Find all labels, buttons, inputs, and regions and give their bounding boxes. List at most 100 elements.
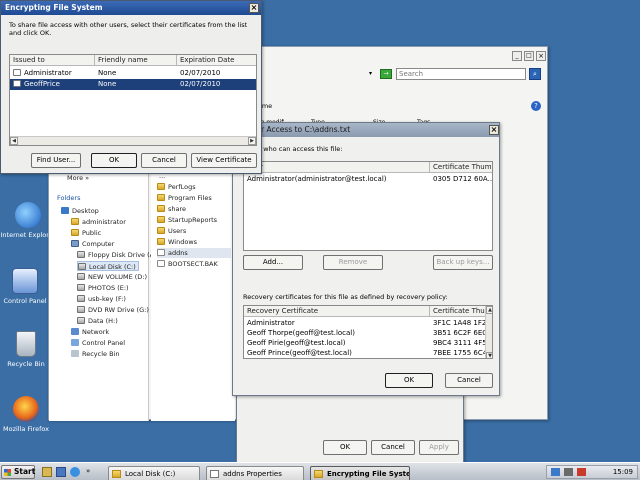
quick-launch-explorer-icon[interactable] [42, 467, 52, 477]
task-local-disk[interactable]: Local Disk (C:) [108, 466, 200, 480]
table-row[interactable]: Administrator(administrator@test.local) … [244, 174, 492, 185]
column-header-recovery-cert[interactable]: Recovery Certificate [244, 306, 430, 317]
tree-item-new-volume-d[interactable]: NEW VOLUME (D:) [77, 272, 147, 282]
efs-ok-button[interactable]: OK [91, 153, 137, 168]
minimize-button[interactable]: _ [512, 51, 522, 61]
file-item-windows[interactable]: Windows [157, 237, 197, 247]
taskbar: Start » Local Disk (C:) addns Properties… [0, 462, 640, 480]
security-tray-icon[interactable] [577, 468, 586, 476]
tree-item-network[interactable]: Network [71, 327, 109, 337]
folder-icon [157, 227, 165, 234]
file-item-addns[interactable]: addns [157, 248, 231, 258]
folders-header[interactable]: Folders [57, 193, 80, 203]
table-row[interactable]: Geoff Prince(geoff@test.local) 7BEE 1755… [244, 348, 492, 358]
task-encrypting-file-system[interactable]: Encrypting File System [310, 466, 410, 480]
folder-icon [71, 229, 79, 236]
quick-launch-overflow-icon[interactable]: » [86, 467, 90, 475]
hard-drive-icon [77, 317, 85, 324]
desktop-icon-recycle-bin[interactable]: Recycle Bin [0, 331, 54, 368]
file-item-startupreports[interactable]: StartupReports [157, 215, 217, 225]
go-button[interactable]: → [380, 69, 392, 79]
backup-keys-button[interactable]: Back up keys... [433, 255, 493, 270]
tree-item-photos-e[interactable]: PHOTOS (E:) [77, 283, 129, 293]
tree-item-floppy[interactable]: Floppy Disk Drive (A:) [77, 250, 159, 260]
desktop-icon-firefox[interactable]: Mozilla Firefox [0, 396, 54, 433]
efs-dialog: Encrypting File System × To share file a… [0, 0, 262, 174]
tree-item-control-panel[interactable]: Control Panel [71, 338, 125, 348]
search-input[interactable] [396, 68, 526, 80]
users-list[interactable]: User Certificate Thumb... Administrator(… [243, 161, 493, 251]
column-header-expiration[interactable]: Expiration Date [177, 55, 256, 66]
recovery-scrollbar[interactable]: ▲ ▼ [485, 306, 492, 358]
column-header-friendly-name[interactable]: Friendly name [95, 55, 177, 66]
column-header-thumbprint[interactable]: Certificate Thumb... [430, 162, 492, 173]
properties-icon [210, 470, 219, 478]
file-item-share[interactable]: share [157, 204, 186, 214]
volume-tray-icon[interactable] [564, 468, 573, 476]
maximize-button[interactable]: □ [524, 51, 534, 61]
start-button[interactable]: Start [1, 465, 35, 479]
user-access-ok-button[interactable]: OK [385, 373, 433, 388]
remove-button[interactable]: Remove [323, 255, 383, 270]
scroll-left-arrow[interactable]: ◀ [10, 137, 18, 145]
user-access-dialog: User Access to C:\addns.txt × Users who … [232, 122, 500, 396]
properties-cancel-button[interactable]: Cancel [371, 440, 415, 455]
certificate-list-scrollbar[interactable]: ◀ ▶ [10, 136, 256, 145]
desktop-icon-control-panel[interactable]: Control Panel [0, 268, 53, 305]
file-icon [157, 260, 165, 267]
recovery-list[interactable]: Recovery Certificate Certificate Thum...… [243, 305, 493, 359]
tree-item-local-disk-c[interactable]: Local Disk (C:) [77, 261, 139, 271]
certificate-icon [13, 80, 21, 87]
file-item-perflogs[interactable]: PerfLogs [157, 182, 196, 192]
hard-drive-icon [78, 263, 86, 270]
address-dropdown-icon[interactable]: ▾ [369, 69, 377, 79]
file-item-users[interactable]: Users [157, 226, 186, 236]
table-row[interactable]: Administrator None 02/07/2010 [10, 68, 256, 79]
close-button[interactable]: × [536, 51, 546, 61]
user-access-cancel-button[interactable]: Cancel [445, 373, 493, 388]
properties-apply-button[interactable]: Apply [419, 440, 459, 455]
network-tray-icon[interactable] [551, 468, 560, 476]
search-icon[interactable]: ⌕ [529, 68, 541, 80]
user-folder-icon [71, 218, 79, 225]
column-header-recovery-thumb[interactable]: Certificate Thum... [430, 306, 486, 317]
add-user-button[interactable]: Add... [243, 255, 303, 270]
properties-ok-button[interactable]: OK [323, 440, 367, 455]
help-icon[interactable]: ? [531, 101, 541, 111]
scroll-up-arrow[interactable]: ▲ [486, 306, 492, 314]
dvd-drive-icon [77, 306, 85, 313]
view-certificate-button[interactable]: View Certificate [191, 153, 257, 168]
tree-item-data-h[interactable]: Data (H:) [77, 316, 118, 326]
clock[interactable]: 15:09 [613, 468, 633, 476]
scroll-down-arrow[interactable]: ▼ [486, 352, 492, 358]
tree-item-public[interactable]: Public [71, 228, 101, 238]
folder-icon [112, 470, 121, 478]
file-item-bootsect[interactable]: BOOTSECT.BAK [157, 259, 218, 269]
certificate-list[interactable]: Issued to Friendly name Expiration Date … [9, 54, 257, 146]
more-link[interactable]: More » [67, 173, 89, 183]
table-row-selected[interactable]: GeoffPrice None 02/07/2010 [10, 79, 256, 90]
folder-icon [157, 238, 165, 245]
quick-launch-ie-icon[interactable] [70, 467, 80, 477]
tree-item-administrator[interactable]: administrator [71, 217, 126, 227]
column-header-user[interactable]: User [244, 162, 430, 173]
tree-item-desktop[interactable]: Desktop [61, 206, 99, 216]
efs-cancel-button[interactable]: Cancel [141, 153, 187, 168]
efs-titlebar: Encrypting File System [1, 1, 261, 15]
column-header-issued-to[interactable]: Issued to [10, 55, 95, 66]
find-user-button[interactable]: Find User... [31, 153, 81, 168]
user-access-close-button[interactable]: × [489, 125, 499, 135]
quick-launch-show-desktop-icon[interactable] [56, 467, 66, 477]
file-list: ... PerfLogs Program Files share Startup… [151, 169, 235, 421]
efs-close-button[interactable]: × [249, 3, 259, 13]
tree-item-recycle-bin[interactable]: Recycle Bin [71, 349, 119, 359]
tree-item-usb-key-f[interactable]: usb-key (F:) [77, 294, 126, 304]
folder-icon [157, 194, 165, 201]
tree-item-computer[interactable]: Computer [71, 239, 114, 249]
scroll-right-arrow[interactable]: ▶ [248, 137, 256, 145]
tree-item-dvd-g[interactable]: DVD RW Drive (G:) [77, 305, 149, 315]
computer-icon [71, 240, 79, 247]
task-addns-properties[interactable]: addns Properties [206, 466, 304, 480]
hard-drive-icon [77, 284, 85, 291]
file-item-program-files[interactable]: Program Files [157, 193, 212, 203]
